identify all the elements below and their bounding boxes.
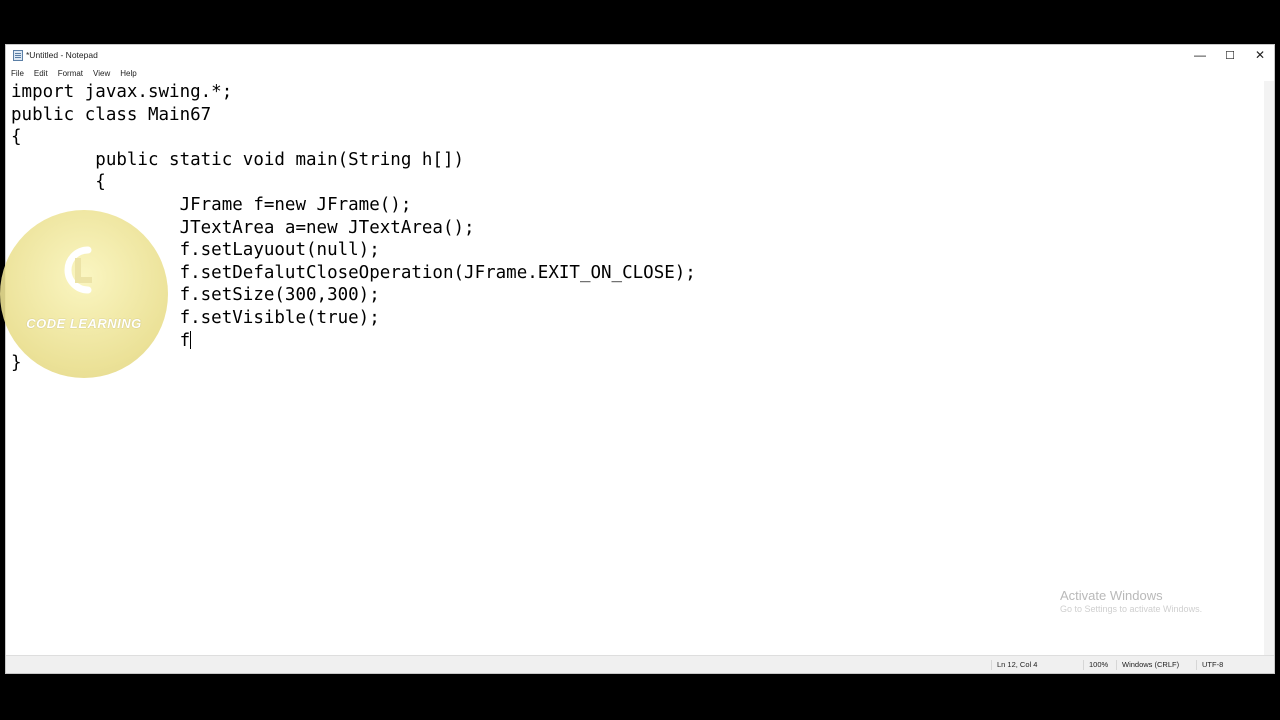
text-caret	[190, 330, 192, 349]
menu-format[interactable]: Format	[53, 69, 88, 80]
menu-help[interactable]: Help	[115, 69, 141, 80]
notepad-window: *Untitled - Notepad — ☐ ✕ File Edit Form…	[5, 44, 1275, 674]
notepad-icon	[13, 50, 23, 61]
code-line: {	[11, 127, 22, 148]
activate-windows-subtitle: Go to Settings to activate Windows.	[1060, 604, 1203, 614]
code-line: public static void main(String h[])	[11, 149, 465, 170]
vertical-scrollbar[interactable]	[1264, 81, 1274, 656]
code-learning-logo-icon	[64, 246, 92, 294]
code-learning-watermark: CODE LEARNING	[0, 210, 168, 378]
cursor-position: Ln 12, Col 4	[991, 660, 1037, 670]
title-bar[interactable]: *Untitled - Notepad — ☐ ✕	[6, 45, 1274, 67]
code-line: public class Main67	[11, 104, 212, 125]
code-line: }	[11, 353, 22, 374]
code-line: import javax.swing.*;	[11, 82, 233, 102]
menu-edit[interactable]: Edit	[29, 69, 53, 80]
code-line: {	[11, 172, 106, 193]
menu-bar: File Edit Format View Help	[6, 67, 1274, 80]
line-ending: Windows (CRLF)	[1116, 660, 1179, 670]
text-editor[interactable]: import javax.swing.*; public class Main6…	[6, 81, 1274, 656]
status-bar: Ln 12, Col 4 100% Windows (CRLF) UTF-8	[6, 655, 1274, 673]
menu-file[interactable]: File	[6, 69, 29, 80]
activate-windows-title: Activate Windows	[1060, 588, 1163, 603]
watermark-text: CODE LEARNING	[26, 316, 142, 331]
maximize-button[interactable]: ☐	[1215, 45, 1245, 65]
zoom-level: 100%	[1083, 660, 1108, 670]
close-button[interactable]: ✕	[1245, 45, 1275, 65]
encoding: UTF-8	[1196, 660, 1223, 670]
minimize-button[interactable]: —	[1185, 45, 1215, 65]
window-title: *Untitled - Notepad	[26, 50, 98, 60]
menu-view[interactable]: View	[88, 69, 115, 80]
